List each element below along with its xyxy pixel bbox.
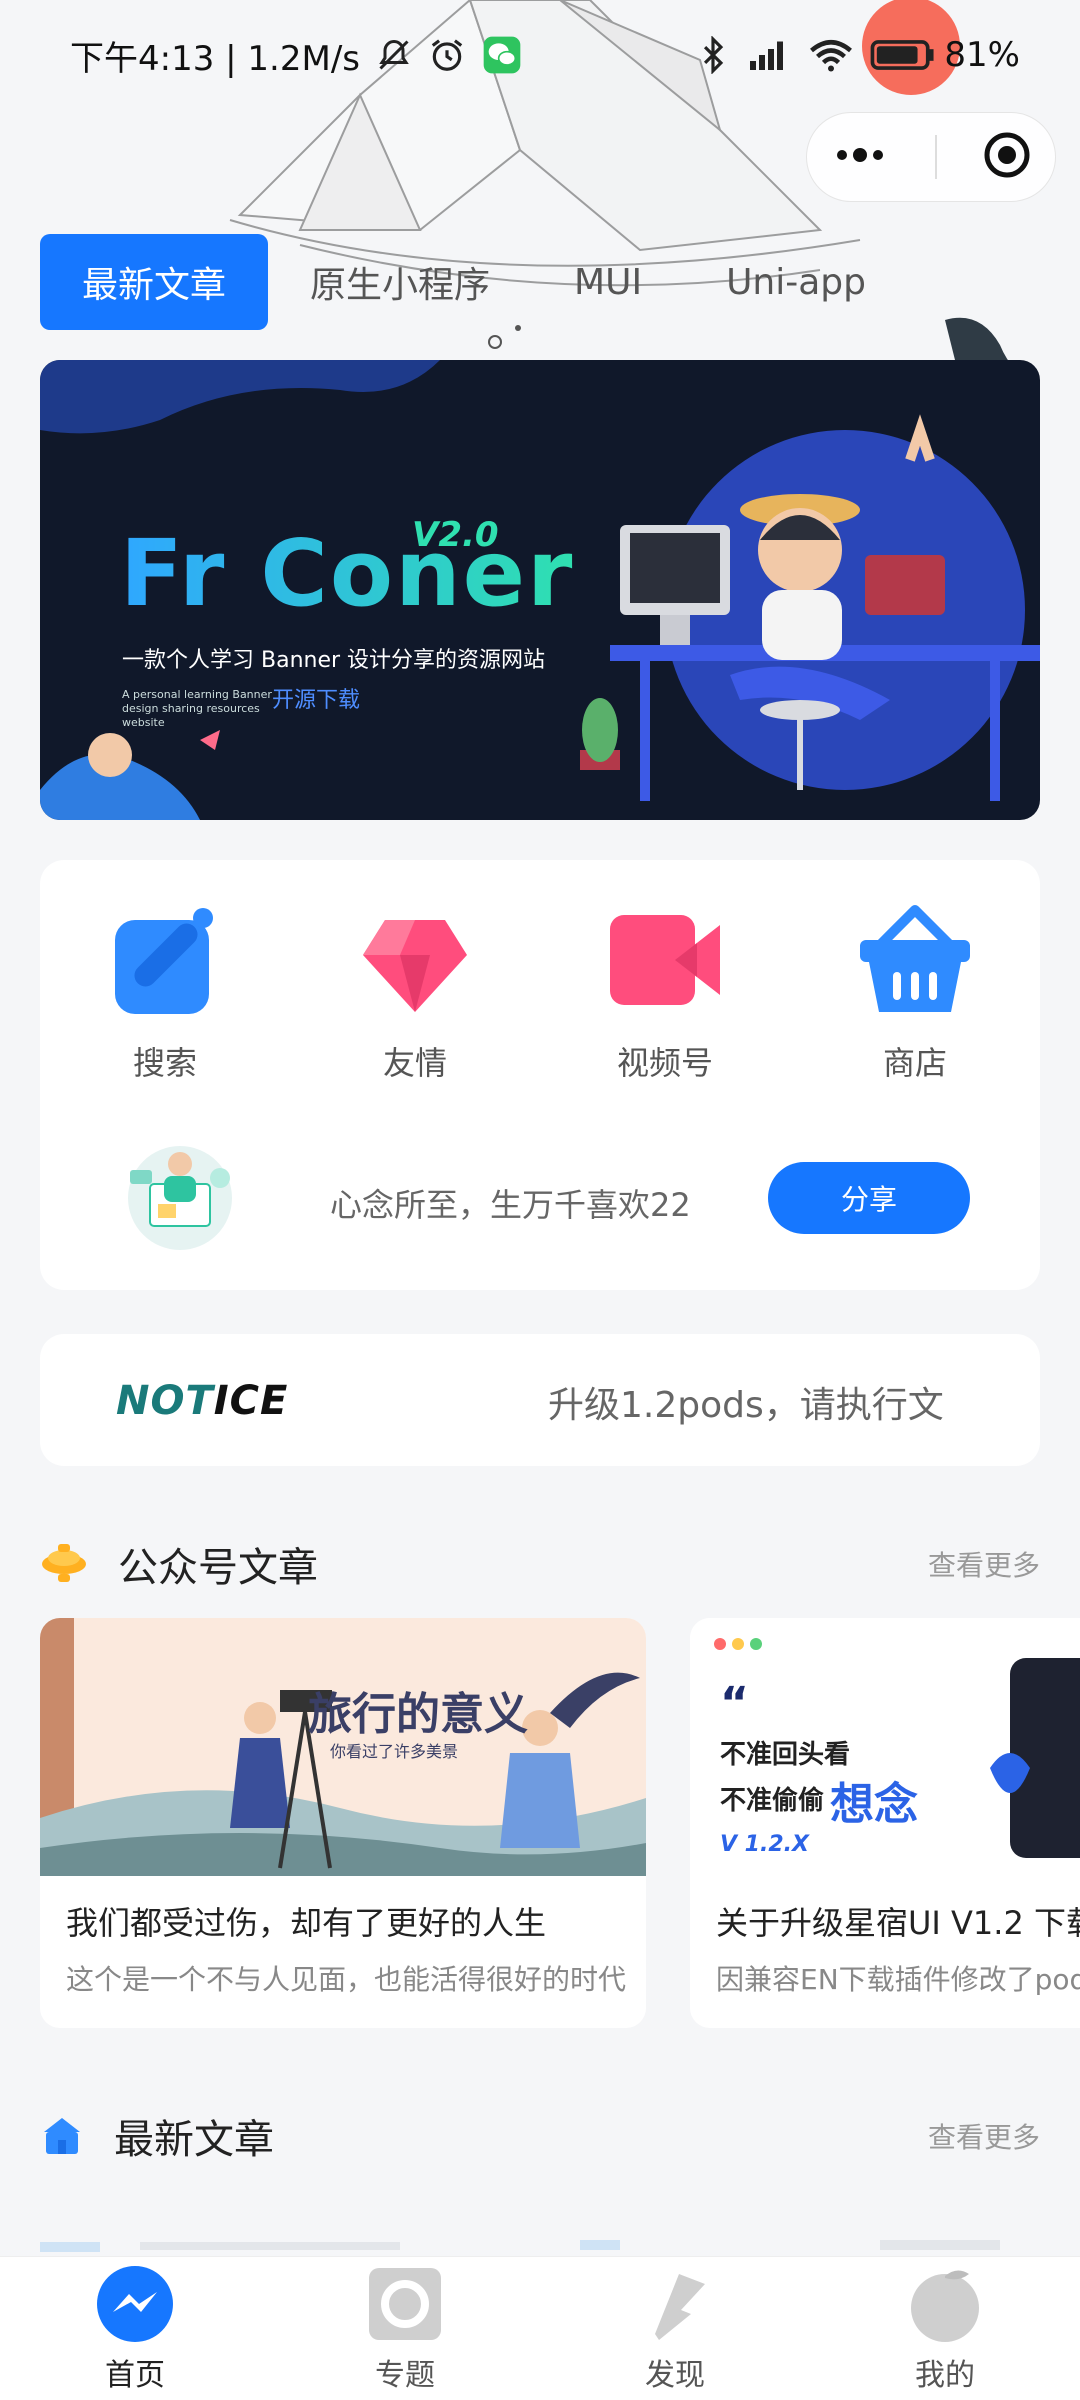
share-button[interactable]: 分享 [768,1162,970,1234]
tab-native-miniprogram[interactable]: 原生小程序 [268,234,532,330]
battery-percent: 81% [944,35,1020,75]
basket-icon [860,905,970,1012]
home-messenger-icon [97,2265,173,2342]
quick-action-label: 友情 [382,1044,447,1082]
articles-carousel: 旅行的意义 你看过了许多美景 我们都受过伤，却有了更好的人生 这个是一个不与人见… [40,1618,1080,2028]
quick-action-friends[interactable]: 友情 [325,900,505,1084]
quick-action-store[interactable]: 商店 [825,900,1005,1084]
status-right: 81% [698,0,1020,95]
discover-icon [655,2273,705,2340]
house-icon [44,2118,80,2154]
wechat-articles-header: 公众号文章 查看更多 [40,1534,1040,1594]
tabbar-label: 发现 [645,2357,705,2393]
latest-list-peek [40,2240,1000,2252]
article-image-version: V 1.2.X [720,1832,809,1857]
article-image-highlight: 想念 [830,1779,918,1830]
article-description: 因兼容EN下载插件修改了pods [716,1963,1080,1996]
quick-actions-card: 搜索 友情 视频号 商店 心念所至，生万千喜欢22 分享 [40,860,1040,1290]
quick-action-label: 视频号 [616,1044,713,1082]
bottom-tab-bar: 首页 专题 发现 我的 [0,2256,1080,2400]
share-text: 心念所至，生万千喜欢22 [330,1186,691,1224]
profile-icon [911,2269,979,2342]
article-quote-mark: “ [720,1678,749,1729]
article-description: 这个是一个不与人见面，也能活得很好的时代 [66,1963,626,1996]
article-image-line: 不准偷偷 [720,1786,825,1816]
banner-title: Fr Coner [120,520,575,627]
miniprogram-capsule [806,112,1056,202]
wifi-icon [808,37,854,73]
article-image: “ 不准回头看 不准偷偷 想念 V 1.2.X [690,1618,1080,1876]
notice-logo-part1: NOT [116,1378,214,1424]
status-left: 下午4:13 | 1.2M/s [70,31,522,80]
battery-icon [870,39,936,71]
bluetooth-icon [698,36,728,74]
article-image-subtitle: 你看过了许多美景 [330,1742,459,1761]
article-image-title: 旅行的意义 [308,1689,528,1740]
quick-action-search[interactable]: 搜索 [75,900,255,1084]
quick-action-video[interactable]: 视频号 [575,900,755,1084]
category-tabs: 最新文章 原生小程序 MUI Uni-app [40,234,908,330]
quick-action-label: 商店 [882,1044,947,1082]
tab-latest-articles[interactable]: 最新文章 [40,234,269,330]
tabbar-label: 专题 [375,2357,435,2393]
notice-logo-part2: ICE [213,1378,289,1424]
capsule-divider [934,135,937,179]
article-title: 关于升级星宿UI V1.2 下载 [716,1904,1080,1942]
hero-banner[interactable]: Fr Coner V2.0 一款个人学习 Banner 设计分享的资源网站 A … [40,360,1040,820]
status-time: 下午4:13 | 1.2M/s [70,38,360,79]
drum-icon [42,1544,86,1582]
status-bar: 下午4:13 | 1.2M/s 81% [0,0,1080,110]
tabbar-topic[interactable]: 专题 [305,2264,505,2394]
view-more-link[interactable]: 查看更多 [928,2116,1040,2156]
tabbar-discover[interactable]: 发现 [575,2264,775,2394]
tab-mui[interactable]: MUI [532,234,684,330]
quick-action-label: 搜索 [132,1044,197,1082]
tab-uniapp[interactable]: Uni-app [684,234,908,330]
video-icon [610,915,720,1005]
quick-actions-grid: 搜索 友情 视频号 商店 [40,900,1040,1084]
tabbar-label: 首页 [105,2357,165,2393]
diamond-icon [363,920,467,1012]
notice-card[interactable]: NOTICE 升级1.2pods，请执行文 [40,1334,1040,1466]
article-card[interactable]: 旅行的意义 你看过了许多美景 我们都受过伤，却有了更好的人生 这个是一个不与人见… [40,1618,646,2028]
search-icon [115,908,213,1014]
view-more-link[interactable]: 查看更多 [928,1544,1040,1584]
signal-icon [744,37,792,73]
article-card[interactable]: “ 不准回头看 不准偷偷 想念 V 1.2.X 关于升级星宿UI V1.2 下载… [690,1618,1080,2028]
section-title: 最新文章 [114,2117,274,2163]
battery: 81% [862,0,1020,95]
tabbar-profile[interactable]: 我的 [845,2264,1045,2394]
article-image-line: 不准回头看 [720,1740,851,1770]
banner-subtitle-en: A personal learning Banner design sharin… [122,688,272,729]
mute-icon [376,37,412,73]
banner-version: V2.0 [412,515,499,555]
topic-icon [369,2267,441,2340]
article-image: 旅行的意义 你看过了许多美景 [40,1618,646,1876]
latest-articles-header: 最新文章 查看更多 [40,2106,1040,2166]
notice-logo: NOTICE [116,1378,288,1424]
more-icon[interactable] [830,145,890,169]
wechat-icon [482,35,522,75]
alarm-icon [428,36,466,74]
notice-text: 升级1.2pods，请执行文 [548,1385,944,1426]
share-illustration [128,1146,232,1250]
banner-subtitle: 一款个人学习 Banner 设计分享的资源网站 [122,648,546,673]
banner-download-link[interactable]: 开源下载 [272,682,360,714]
share-row: 心念所至，生万千喜欢22 分享 [40,1140,1040,1260]
tabbar-home[interactable]: 首页 [35,2264,235,2394]
tabbar-label: 我的 [915,2357,975,2393]
section-title: 公众号文章 [118,1545,318,1591]
article-title: 我们都受过伤，却有了更好的人生 [66,1904,547,1942]
close-icon[interactable] [982,130,1032,184]
